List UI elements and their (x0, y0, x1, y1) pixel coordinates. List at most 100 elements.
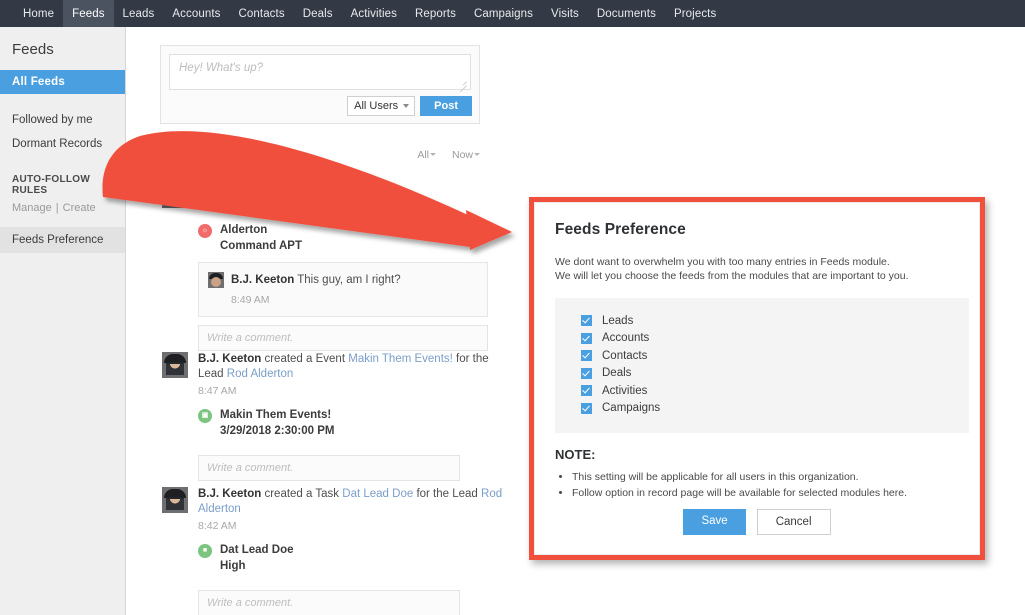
sidebar-link-manage[interactable]: Manage (12, 202, 52, 214)
task-icon: ■ (198, 544, 212, 558)
nav-label: Home (23, 8, 54, 20)
sidebar-item-dormant-records[interactable]: Dormant Records (0, 132, 125, 156)
feeds-preference-dialog: Feeds Preference We dont want to overwhe… (529, 197, 985, 560)
feed-item-target-link[interactable]: Makin Them Events! (348, 353, 453, 365)
nav-item-documents[interactable]: Documents (588, 0, 665, 27)
event-icon: ▣ (198, 409, 212, 423)
feed-item-action: created a Event (264, 353, 345, 365)
write-comment-input[interactable]: Write a comment. (198, 590, 460, 615)
feed-item-body: B.J. Keeton created a Event Makin Them E… (198, 352, 507, 397)
status-input[interactable]: Hey! What's up? (169, 54, 471, 90)
note-list: This setting will be applicable for all … (555, 469, 959, 501)
module-checkbox-deals[interactable]: Deals (581, 365, 969, 383)
comment-timestamp: 8:49 AM (199, 288, 487, 316)
lead-icon: ☼ (198, 224, 212, 238)
sidebar-item-feeds-preference[interactable]: Feeds Preference (0, 227, 125, 253)
composer-toolbar: All Users Post (161, 90, 479, 123)
feed-item-body: B.J. Keeton updated a Lead Alderton Yest… (198, 182, 507, 212)
feed-item: B.J. Keeton updated a Lead Alderton Yest… (162, 182, 507, 351)
comment-author: B.J. Keeton (231, 274, 294, 286)
nav-item-feeds[interactable]: Feeds (63, 0, 113, 27)
feed-item-action: created a Task (264, 488, 339, 500)
note-list-item: This setting will be applicable for all … (572, 469, 959, 485)
nav-item-campaigns[interactable]: Campaigns (465, 0, 542, 27)
module-checkbox-leads[interactable]: Leads (581, 312, 969, 330)
feed-item-body: B.J. Keeton created a Task Dat Lead Doe … (198, 487, 507, 532)
nav-item-home[interactable]: Home (14, 0, 63, 27)
record-title[interactable]: Alderton (220, 224, 507, 236)
save-button[interactable]: Save (683, 509, 745, 535)
nav-label: Deals (303, 8, 333, 20)
nav-label: Accounts (172, 8, 220, 20)
nav-label: Reports (415, 8, 456, 20)
feed-item-suffix: for the Lead (416, 488, 477, 500)
sidebar-link-create[interactable]: Create (63, 202, 96, 214)
record-title[interactable]: Makin Them Events! (220, 409, 507, 421)
filter-now[interactable]: Now (452, 149, 480, 161)
nav-item-contacts[interactable]: Contacts (230, 0, 294, 27)
checkbox-checked-icon[interactable] (581, 350, 592, 361)
note-list-item: Follow option in record page will be ava… (572, 485, 959, 501)
write-comment-input[interactable]: Write a comment. (198, 455, 460, 481)
sidebar-section-auto-follow-rules: AUTO-FOLLOW RULES (0, 170, 125, 199)
module-checkbox-activities[interactable]: Activities (581, 382, 969, 400)
dialog-description: We dont want to overwhelm you with too m… (555, 255, 959, 283)
write-comment-input[interactable]: Write a comment. (198, 325, 488, 351)
checkbox-checked-icon[interactable] (581, 368, 592, 379)
sidebar-item-followed-by-me[interactable]: Followed by me (0, 108, 125, 132)
feed-item-action: updated a Lead (264, 183, 344, 195)
audience-select[interactable]: All Users (347, 96, 415, 116)
checkbox-checked-icon[interactable] (581, 315, 592, 326)
nav-item-leads[interactable]: Leads (114, 0, 164, 27)
nav-item-deals[interactable]: Deals (294, 0, 342, 27)
sidebar-item-all-feeds[interactable]: All Feeds (0, 70, 125, 94)
top-navigation-bar: Home Feeds Leads Accounts Contacts Deals… (0, 0, 1025, 27)
nav-label: Contacts (239, 8, 285, 20)
page-title: Feeds (160, 145, 204, 163)
module-label: Campaigns (602, 402, 660, 414)
sidebar: Feeds All Feeds Followed by me Dormant R… (0, 27, 126, 615)
avatar (162, 182, 188, 208)
nav-item-visits[interactable]: Visits (542, 0, 588, 27)
nav-label: Visits (551, 8, 579, 20)
module-checkbox-campaigns[interactable]: Campaigns (581, 400, 969, 418)
audience-select-value: All Users (354, 100, 398, 112)
record-title[interactable]: Dat Lead Doe (220, 544, 507, 556)
post-button[interactable]: Post (420, 96, 472, 116)
feed-item-parent-link[interactable]: Rod Alderton (227, 368, 294, 380)
feed-item-headline: B.J. Keeton created a Task Dat Lead Doe … (198, 487, 507, 517)
record-meta: High (220, 560, 507, 572)
module-checkbox-accounts[interactable]: Accounts (581, 330, 969, 348)
nav-item-activities[interactable]: Activities (342, 0, 406, 27)
feed-item-headline: B.J. Keeton updated a Lead Alderton (198, 182, 507, 197)
nav-label: Projects (674, 8, 716, 20)
nav-item-accounts[interactable]: Accounts (163, 0, 229, 27)
nav-label: Feeds (72, 8, 104, 20)
sidebar-spacer-2 (0, 156, 125, 170)
app-window: Home Feeds Leads Accounts Contacts Deals… (0, 0, 1025, 615)
feed-item-target-link[interactable]: Dat Lead Doe (342, 488, 413, 500)
checkbox-checked-icon[interactable] (581, 403, 592, 414)
feed-item-author: B.J. Keeton (198, 353, 261, 365)
module-checkbox-contacts[interactable]: Contacts (581, 347, 969, 365)
nav-item-reports[interactable]: Reports (406, 0, 465, 27)
cancel-button[interactable]: Cancel (757, 509, 831, 535)
record-preview: ☼ Alderton Command APT (198, 224, 507, 252)
feed-item-target-link[interactable]: Alderton (347, 183, 390, 195)
module-label: Accounts (602, 332, 649, 344)
resize-grip-icon[interactable] (458, 78, 467, 87)
checkbox-checked-icon[interactable] (581, 333, 592, 344)
module-label: Contacts (602, 350, 647, 362)
checkbox-checked-icon[interactable] (581, 385, 592, 396)
nav-label: Leads (123, 8, 155, 20)
record-meta: 3/29/2018 2:30:00 PM (220, 425, 507, 437)
status-input-placeholder: Hey! What's up? (170, 55, 470, 74)
status-composer: Hey! What's up? All Users Post (160, 45, 480, 124)
feed-item-author: B.J. Keeton (198, 183, 261, 195)
filter-all[interactable]: All (417, 149, 436, 161)
chevron-down-icon (403, 104, 409, 108)
sidebar-link-separator: | (52, 202, 63, 214)
nav-label: Activities (351, 8, 397, 20)
dialog-body: Feeds Preference We dont want to overwhe… (534, 202, 980, 555)
nav-item-projects[interactable]: Projects (665, 0, 725, 27)
